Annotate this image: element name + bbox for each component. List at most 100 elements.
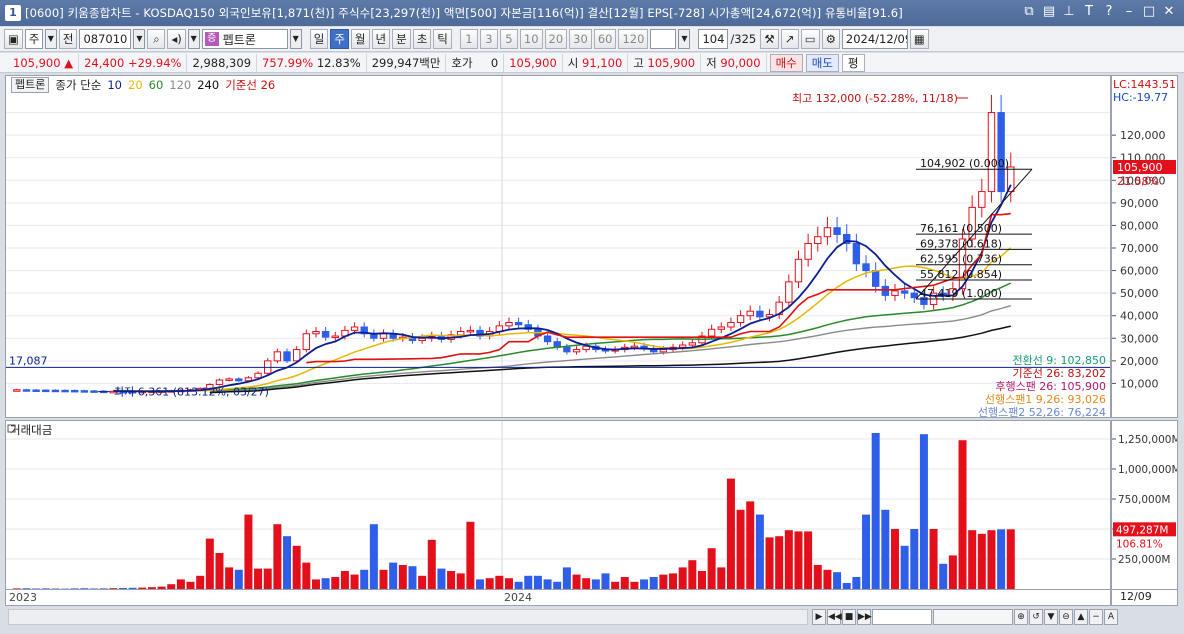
interval-20[interactable]: 20 — [544, 29, 568, 49]
volume-bar — [167, 584, 176, 589]
interval-custom-input[interactable] — [650, 29, 677, 49]
volume-bar — [842, 583, 851, 589]
speaker-icon[interactable]: ◂) — [167, 29, 186, 49]
period-day[interactable]: 일 — [309, 29, 329, 49]
price-axis[interactable]: LC:1443.51 HC:-19.77 120,000 110,000 100,000… — [1111, 75, 1178, 418]
restore-icon[interactable]: ⧉ — [1020, 3, 1038, 21]
title-bar: 1 [0600] 키움종합차트 - KOSDAQ150 외국인보유[1,871(… — [0, 0, 1184, 26]
gear-icon[interactable]: ⚙ — [821, 29, 840, 49]
stop-icon[interactable]: ■ — [842, 609, 856, 625]
volume-bar — [919, 434, 928, 589]
volume-bar — [41, 588, 50, 589]
volume-pane[interactable]: 거래대금 — [5, 420, 1111, 590]
help-icon[interactable]: ? — [1100, 3, 1118, 21]
close-icon[interactable]: ✕ — [1160, 3, 1178, 21]
scrollbar-track[interactable] — [8, 608, 808, 626]
search-icon[interactable]: ⌕ — [147, 29, 166, 49]
period-week[interactable]: 주 — [330, 29, 349, 49]
volume-chart[interactable]: 거래대금 — [6, 421, 1110, 589]
volume-bar — [186, 581, 195, 589]
volume-bar — [987, 530, 996, 589]
price-tick-label: 120,000 — [1120, 129, 1166, 142]
legend-ma-60: 60 — [148, 78, 164, 92]
volume-bar — [736, 509, 745, 589]
volume-bar — [688, 560, 697, 589]
period-year[interactable]: 년 — [371, 29, 391, 49]
interval-60[interactable]: 60 — [593, 29, 617, 49]
fib-label: 55,812 (0.854) — [920, 268, 1002, 281]
period-unit-select[interactable]: 주 — [24, 29, 43, 49]
candle-body — [505, 321, 513, 327]
interval-30[interactable]: 30 — [569, 29, 592, 49]
price-chart[interactable]: 17,087104,902 (0.000)76,161 (0.500)69,37… — [6, 76, 1110, 419]
scroll-track[interactable] — [8, 609, 808, 625]
interval-5[interactable]: 5 — [499, 29, 518, 49]
minimize-icon[interactable]: – — [1120, 3, 1138, 21]
chevron-down-icon[interactable]: ▼ — [678, 29, 691, 49]
volume-bar — [601, 573, 610, 589]
window-number[interactable]: 1 — [5, 5, 21, 21]
font-size-icon[interactable]: A — [1104, 609, 1118, 625]
candle-body — [794, 258, 803, 283]
maximize-icon[interactable]: □ — [1140, 3, 1158, 21]
sell-button[interactable]: 매도 — [805, 53, 839, 72]
chevron-down-icon[interactable]: ▼ — [187, 29, 200, 49]
period-second[interactable]: 초 — [412, 29, 432, 49]
ichimoku-note: 선행스팬1 9,26: 93,026 — [985, 393, 1106, 406]
draw-icon[interactable]: ↗ — [780, 29, 799, 49]
volume-bar — [476, 579, 485, 589]
rewind-icon[interactable]: ◀◀ — [827, 609, 842, 625]
chevron-down-icon[interactable]: ▼ — [44, 29, 57, 49]
buy-button[interactable]: 매수 — [769, 53, 803, 72]
period-minute[interactable]: 분 — [392, 29, 411, 49]
count-input[interactable]: 104 — [698, 29, 729, 49]
chevron-up-icon[interactable]: ▲ — [1074, 609, 1088, 625]
interval-10[interactable]: 10 — [519, 29, 543, 49]
eval-button[interactable]: 평 — [841, 53, 865, 72]
volume-axis[interactable]: 1,250,000M1,000,000M750,000M500,000M250,… — [1111, 420, 1181, 590]
layout-icon[interactable]: ▣ — [4, 29, 23, 49]
stock-name-box[interactable]: 증 펩트론 — [201, 29, 288, 49]
split-icon[interactable]: ▤ — [1040, 3, 1058, 21]
minus-icon[interactable]: − — [1089, 609, 1103, 625]
hoga: 호가 0 — [446, 53, 505, 72]
interval-1[interactable]: 1 — [459, 29, 478, 49]
prev-button[interactable]: 전 — [58, 29, 78, 49]
scroll-right-icon[interactable]: ▶ — [812, 609, 826, 625]
stock-code-input[interactable]: 087010 — [79, 29, 132, 49]
zoom-slider[interactable] — [872, 609, 932, 625]
chevron-down-icon[interactable]: ▼ — [289, 29, 302, 49]
zoom-in-icon[interactable]: ⊕ — [1014, 609, 1028, 625]
candle-body — [273, 351, 282, 362]
volume-bar — [813, 565, 822, 589]
volume-bar — [1006, 529, 1015, 589]
calendar-icon[interactable]: ▦ — [909, 29, 929, 49]
price-pane[interactable]: 17,087 104,902 (0.000) 76,161 (0.500) 69,37… — [5, 75, 1111, 419]
legend-stock-tag[interactable]: 펩트론 — [11, 77, 50, 93]
volume-bar — [350, 574, 359, 589]
volume-bar — [620, 577, 629, 589]
zoom-out-icon[interactable]: ⊖ — [1059, 609, 1073, 625]
date-input[interactable]: 2024/12/09 — [841, 29, 908, 49]
high-note: 최고 132,000 (-52.28%, 11/18) — [792, 92, 958, 105]
pin-icon[interactable]: ⊥ — [1060, 3, 1078, 21]
period-tick[interactable]: 틱 — [433, 29, 452, 49]
text-icon[interactable]: T — [1080, 3, 1098, 21]
candle-body — [42, 389, 50, 393]
interval-120[interactable]: 120 — [618, 29, 649, 49]
zoom-ruler[interactable] — [933, 609, 1013, 625]
fast-forward-icon[interactable]: ▶▶ — [857, 609, 872, 625]
high-value: 105,900 — [647, 55, 696, 70]
tools-icon[interactable]: ⚒ — [760, 29, 779, 49]
chevron-down-icon[interactable]: ▼ — [1044, 609, 1058, 625]
volume-bar — [176, 579, 185, 589]
volume-bar — [263, 568, 272, 589]
chevron-down-icon[interactable]: ▼ — [133, 29, 146, 49]
save-icon[interactable]: ▭ — [800, 29, 820, 49]
interval-3[interactable]: 3 — [479, 29, 498, 49]
period-month[interactable]: 월 — [350, 29, 370, 49]
reset-icon[interactable]: ↺ — [1029, 609, 1043, 625]
volume-bar — [292, 545, 301, 589]
volume-bar — [22, 588, 31, 589]
candle-body — [292, 349, 301, 362]
